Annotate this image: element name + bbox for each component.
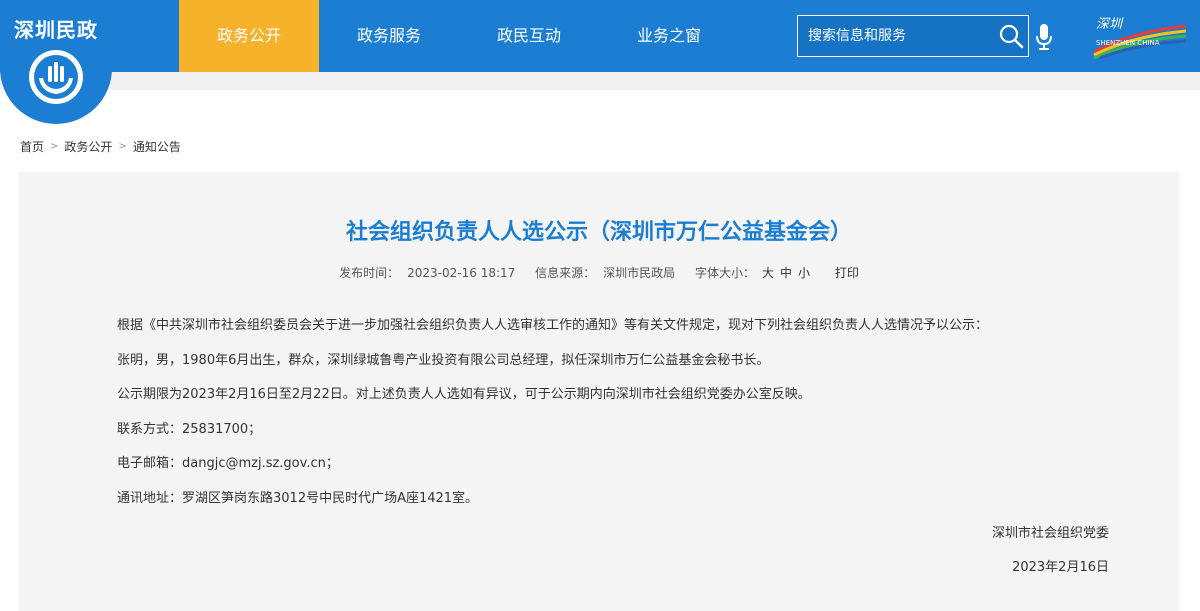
nav-item-business-window[interactable]: 业务之窗 [599, 0, 739, 72]
article-paragraph: 公示期限为2023年2月16日至2月22日。对上述负责人人选如有异议，可于公示期… [117, 387, 811, 402]
signature-organization: 深圳市社会组织党委 [991, 526, 1109, 541]
breadcrumb-notices[interactable]: 通知公告 [133, 138, 181, 155]
article-paragraph: 电子邮箱：dangjc@mzj.sz.gov.cn； [117, 456, 339, 471]
breadcrumb-separator-icon: > [118, 141, 127, 152]
site-logo-text: 深圳民政 [14, 18, 98, 42]
font-size-large-button[interactable]: 大 [762, 266, 774, 280]
article-paragraph: 联系方式：25831700； [117, 421, 262, 437]
article-title: 社会组织负责人人选公示（深圳市万仁公益基金会） [345, 220, 852, 245]
publish-time-label: 发布时间： [339, 266, 400, 280]
search-input[interactable] [798, 16, 993, 56]
breadcrumb-government-affairs[interactable]: 政务公开 [64, 138, 112, 155]
search-icon[interactable] [998, 23, 1024, 49]
print-button[interactable]: 打印 [835, 266, 859, 280]
font-size-small-button[interactable]: 小 [798, 266, 810, 280]
city-logo-subtext: SHENZHEN CHINA [1096, 39, 1160, 47]
article-body: 根据《中共深圳市社会组织委员会关于进一步加强社会组织负责人人选审核工作的通知》等… [117, 316, 1097, 523]
search-box [797, 15, 1029, 57]
city-logo-text: 深圳 [1096, 17, 1124, 32]
publish-time: 2023-02-16 18:17 [407, 266, 516, 280]
source-label: 信息来源： [535, 266, 596, 280]
main-nav: 政务公开 政务服务 政民互动 业务之窗 [179, 0, 739, 72]
article-paragraph: 根据《中共深圳市社会组织委员会关于进一步加强社会组织负责人人选审核工作的通知》等… [117, 318, 989, 333]
header-shadow-band [0, 72, 1200, 90]
source-value: 深圳市民政局 [603, 266, 676, 280]
font-size-medium-button[interactable]: 中 [780, 266, 792, 280]
breadcrumb-home[interactable]: 首页 [20, 138, 44, 155]
article-panel: 社会组织负责人人选公示（深圳市万仁公益基金会） 发布时间： 2023-02-16 … [19, 172, 1179, 611]
shenzhen-city-logo[interactable]: 深圳 SHENZHEN CHINA [1090, 12, 1190, 60]
breadcrumb: 首页 > 政务公开 > 通知公告 [20, 138, 181, 155]
nav-item-government-services[interactable]: 政务服务 [319, 0, 459, 72]
article-meta: 发布时间： 2023-02-16 18:17 信息来源： 深圳市民政局 字体大小： 大… [19, 264, 1179, 281]
civil-affairs-emblem-icon [29, 50, 83, 104]
article-paragraph: 通讯地址：罗湖区笋岗东路3012号中民时代广场A座1421室。 [117, 490, 479, 506]
microphone-icon[interactable] [1034, 23, 1054, 51]
article-signature: 深圳市社会组织党委 2023年2月16日 [992, 522, 1109, 590]
font-size-label: 字体大小： [694, 266, 755, 280]
breadcrumb-separator-icon: > [50, 141, 59, 152]
article-paragraph: 张明，男，1980年6月出生，群众，深圳绿城鲁粤产业投资有限公司总经理，拟任深圳… [117, 352, 770, 368]
nav-item-government-affairs[interactable]: 政务公开 [179, 0, 319, 72]
nav-item-interaction[interactable]: 政民互动 [459, 0, 599, 72]
signature-date: 2023年2月16日 [1012, 560, 1109, 575]
site-logo[interactable]: 深圳民政 [0, 0, 112, 124]
